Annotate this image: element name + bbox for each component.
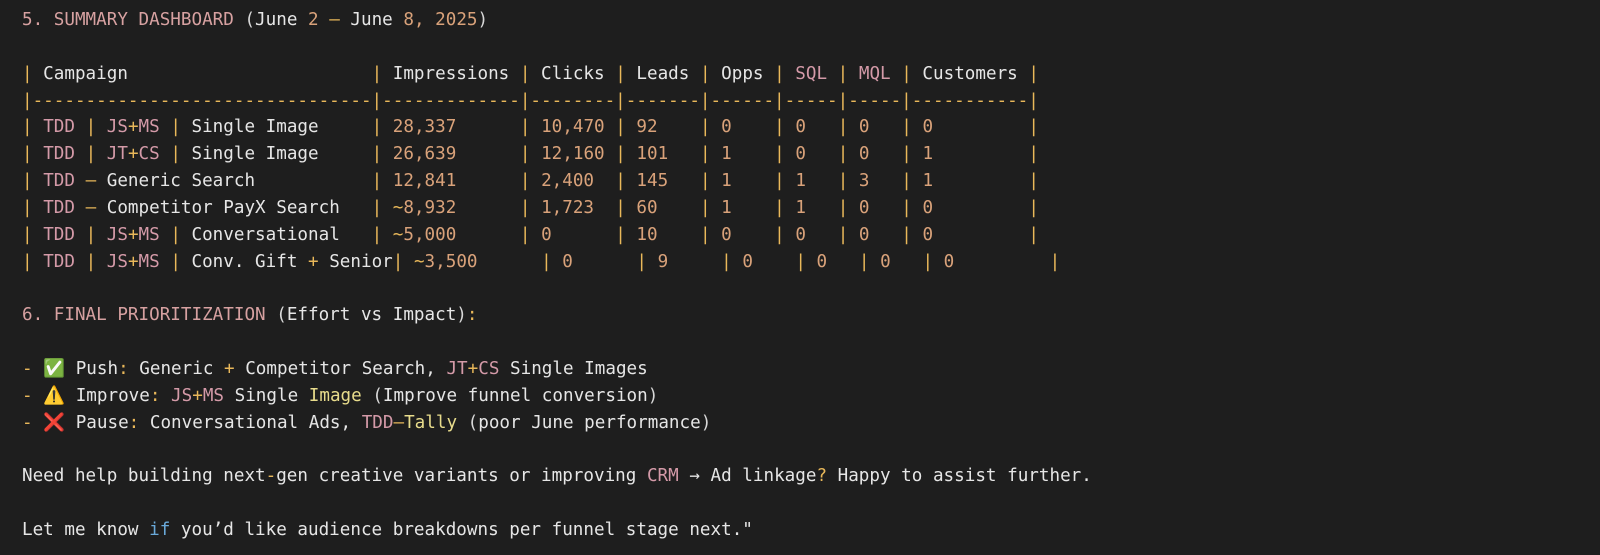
warning-icon: ⚠️ — [43, 385, 66, 406]
table-row: | TDD | JS+MS | Conversational | ~5,000 … — [22, 224, 1039, 245]
priority-text: Conversational Ads, TDD–Tally (poor June… — [149, 412, 712, 433]
table-row: | TDD | JT+CS | Single Image | 26,639 | … — [22, 144, 1039, 165]
table-cell-sql: 1 — [795, 197, 806, 218]
table-cell-sql: 1 — [795, 171, 806, 192]
table-cell-impressions: 26,639 — [392, 144, 457, 165]
table-cell-opps: 0 — [721, 224, 732, 245]
cross-icon: ❌ — [43, 412, 66, 433]
table-cell-opps: 1 — [721, 144, 732, 165]
section-6-heading: 6. FINAL PRIORITIZATION (Effort vs Impac… — [22, 302, 1582, 329]
table-cell-mql: 0 — [880, 251, 891, 272]
table-cell-customers: 0 — [943, 251, 955, 272]
priority-label: Push: — [75, 358, 129, 379]
section-5-heading: 5. SUMMARY DASHBOARD (June 2 – June 8, 2… — [22, 7, 1582, 34]
section-title: 5. SUMMARY DASHBOARD — [22, 10, 234, 30]
table-header-cell: Opps — [710, 63, 775, 84]
table-header-cell: MQL — [848, 63, 902, 84]
table-cell-sql: 0 — [795, 224, 806, 245]
table-cell-customers: 0 — [922, 224, 934, 245]
table-cell-mql: 0 — [858, 117, 870, 138]
table-cell-opps: 1 — [721, 197, 732, 218]
table-cell-leads: 9 — [657, 251, 669, 272]
date-range: (June 2 – June 8, 2025) — [244, 10, 489, 30]
table-cell-opps: 1 — [721, 171, 732, 192]
priority-label: Improve: — [75, 385, 161, 406]
closing-line: Need help building next-gen creative var… — [22, 466, 1092, 487]
table-cell-leads: 92 — [636, 117, 658, 138]
table-header-cell: SQL — [784, 63, 838, 84]
table-cell-clicks: 2,400 — [541, 171, 595, 192]
priority-list: - ✅ Push: Generic + Competitor Search, J… — [22, 356, 1582, 437]
table-header-cell: Clicks — [530, 63, 616, 84]
table-cell-mql: 0 — [858, 144, 870, 165]
table-cell-campaign: TDD | JS+MS | Single Image — [43, 117, 372, 138]
table-separator: |--------------------------------|------… — [22, 90, 1039, 111]
table-row: | TDD – Competitor PayX Search | ~8,932 … — [22, 197, 1039, 218]
table-cell-impressions: 28,337 — [392, 117, 457, 138]
table-cell-clicks: 0 — [541, 224, 552, 245]
table-body: | TDD | JS+MS | Single Image | 28,337 | … — [22, 114, 1582, 275]
table-cell-sql: 0 — [795, 117, 806, 138]
table-cell-sql: 0 — [816, 251, 828, 272]
table-cell-leads: 101 — [636, 144, 669, 165]
table-cell-campaign: TDD | JS+MS | Conv. Gift + Senior — [43, 251, 393, 272]
table-cell-mql: 3 — [858, 171, 870, 192]
table-cell-opps: 0 — [742, 251, 753, 272]
priority-item: - ✅ Push: Generic + Competitor Search, J… — [22, 358, 648, 379]
table-cell-mql: 0 — [858, 197, 870, 218]
table-cell-clicks: 0 — [562, 251, 573, 272]
closing-line: Let me know if you’d like audience break… — [22, 520, 753, 541]
table-cell-campaign: TDD | JS+MS | Conversational — [43, 224, 372, 245]
table-cell-leads: 145 — [636, 171, 669, 192]
table-cell-campaign: TDD – Generic Search — [43, 171, 372, 192]
priority-item: - ⚠️ Improve: JS+MS Single Image (Improv… — [22, 385, 659, 406]
check-icon: ✅ — [43, 358, 66, 379]
table-cell-impressions: ~3,500 — [413, 251, 478, 272]
table-cell-sql: 0 — [795, 144, 806, 165]
table-cell-customers: 0 — [922, 197, 934, 218]
table-cell-leads: 60 — [636, 197, 658, 218]
table-cell-clicks: 12,160 — [541, 144, 605, 165]
section-title: 6. FINAL PRIORITIZATION — [22, 305, 266, 326]
table-cell-mql: 0 — [858, 224, 870, 245]
table-cell-clicks: 1,723 — [541, 197, 595, 218]
table-row: | TDD | JS+MS | Conv. Gift + Senior| ~3,… — [22, 251, 1061, 272]
priority-text: JS+MS Single Image (Improve funnel conve… — [171, 385, 659, 406]
priority-text: Generic + Competitor Search, JT+CS Singl… — [139, 358, 648, 379]
table-header-cell: Customers — [911, 63, 1029, 84]
table-cell-customers: 1 — [922, 144, 934, 165]
table-header-cell: Leads — [625, 63, 700, 84]
table-header-cell: Campaign — [32, 63, 372, 84]
table-cell-customers: 0 — [922, 117, 934, 138]
table-row: | TDD – Generic Search | 12,841 | 2,400 … — [22, 171, 1039, 192]
table-cell-customers: 1 — [922, 171, 934, 192]
priority-label: Pause: — [75, 412, 140, 433]
table-cell-clicks: 10,470 — [541, 117, 605, 138]
table-cell-impressions: 12,841 — [392, 171, 457, 192]
table-cell-impressions: ~8,932 — [392, 197, 457, 218]
table-cell-opps: 0 — [721, 117, 732, 138]
section-subtitle: (Effort vs Impact): — [276, 305, 478, 326]
table-cell-leads: 10 — [636, 224, 658, 245]
priority-item: - ❌ Pause: Conversational Ads, TDD–Tally… — [22, 412, 712, 433]
table-cell-campaign: TDD – Competitor PayX Search — [43, 197, 372, 218]
table-cell-campaign: TDD | JT+CS | Single Image — [43, 144, 372, 165]
table-header: | Campaign | Impressions | Clicks | Lead… — [22, 63, 1039, 84]
table-row: | TDD | JS+MS | Single Image | 28,337 | … — [22, 117, 1039, 138]
table-header-cell: Impressions — [382, 63, 520, 84]
markdown-output: 5. SUMMARY DASHBOARD (June 2 – June 8, 2… — [22, 7, 1582, 544]
table-cell-impressions: ~5,000 — [392, 224, 457, 245]
